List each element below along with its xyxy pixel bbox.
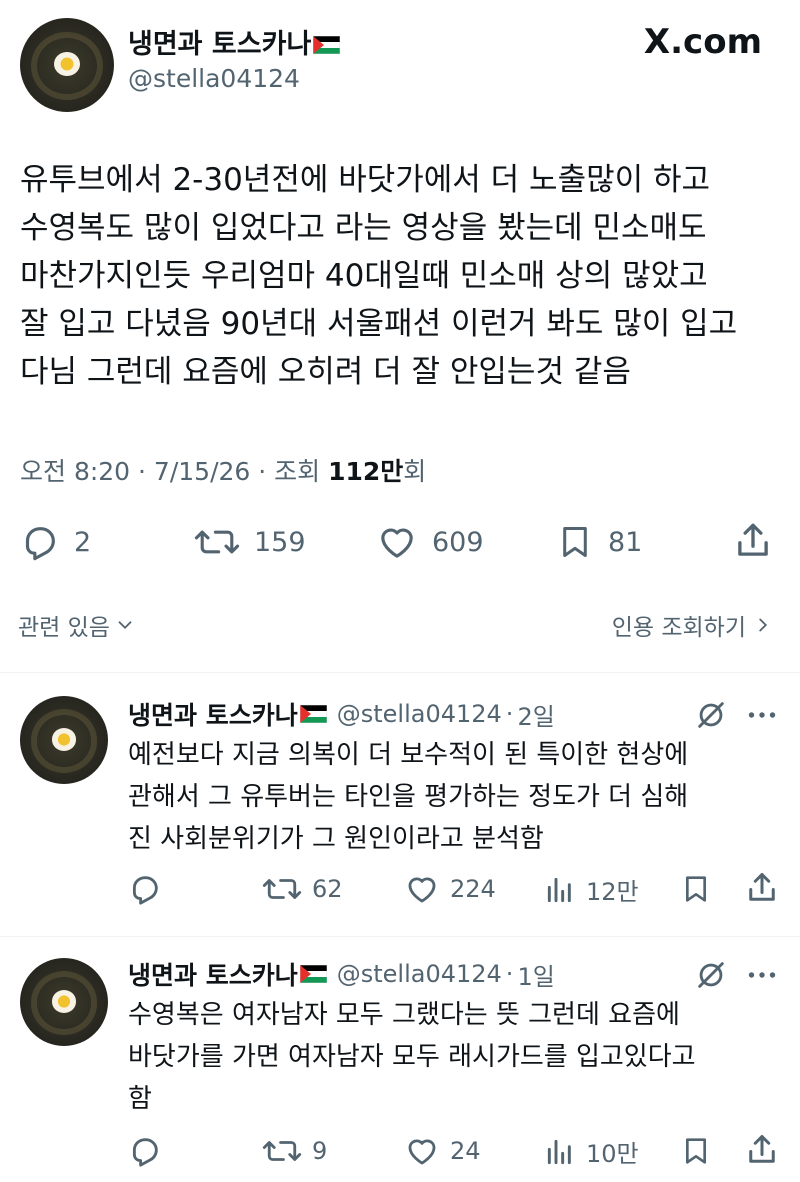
palestine-flag-icon	[313, 36, 341, 54]
grok-button[interactable]	[694, 698, 728, 736]
more-button[interactable]	[744, 960, 780, 994]
author-avatar[interactable]	[20, 18, 114, 112]
reply-author-name[interactable]: 냉면과 토스카나	[128, 956, 298, 992]
views-button[interactable]: 10만	[544, 1134, 639, 1169]
views-count: 10만	[586, 1140, 639, 1168]
reply-avatar[interactable]	[20, 958, 108, 1046]
share-button[interactable]	[744, 870, 780, 906]
bookmark-icon	[563, 527, 587, 557]
reply-icon	[132, 1138, 158, 1167]
quotes-label: 인용 조회하기	[611, 615, 746, 641]
retweet-count: 62	[312, 875, 343, 903]
chevron-right-icon	[759, 618, 768, 632]
reply-text: 예전보다 지금 의복이 더 보수적이 된 특이한 현상에 관해서 그 유투버는 …	[128, 740, 689, 854]
reply-handle[interactable]: @stella04124	[337, 960, 502, 988]
reply-header: 냉면과 토스카나 @stella04124 · 2일	[128, 696, 555, 732]
views-count: 12만	[586, 878, 639, 906]
reply-author-name[interactable]: 냉면과 토스카나	[128, 696, 298, 732]
retweet-count: 159	[254, 526, 306, 558]
view-count-suffix: 회	[403, 457, 427, 486]
retweet-count: 9	[312, 1137, 328, 1165]
bookmark-icon	[686, 1138, 706, 1164]
more-icon	[748, 712, 776, 718]
tweet-text: 유투브에서 2-30년전에 바닷가에서 더 노출많이 하고 수영복도 많이 입었…	[20, 162, 738, 390]
grok-icon	[698, 962, 724, 988]
palestine-flag-icon	[299, 965, 327, 983]
share-icon	[749, 873, 775, 901]
author-name-row[interactable]: 냉면과 토스카나	[128, 22, 341, 61]
share-button[interactable]	[744, 1132, 780, 1168]
bookmark-button[interactable]: 81	[556, 522, 642, 562]
more-button[interactable]	[744, 700, 780, 734]
reply-handle[interactable]: @stella04124	[337, 700, 502, 728]
like-icon	[408, 877, 436, 903]
reply-time[interactable]: 2일	[517, 697, 554, 732]
views-icon	[547, 1139, 571, 1164]
reply-icon	[132, 876, 158, 905]
views-button[interactable]: 12만	[544, 872, 639, 907]
reply-button[interactable]	[128, 1134, 162, 1168]
tweet-actions: 2 159 609 81	[0, 518, 800, 568]
bookmark-button[interactable]	[680, 1134, 712, 1168]
reply-count: 2	[74, 526, 92, 558]
separator-dot: ·	[505, 960, 514, 988]
retweet-button[interactable]: 159	[194, 522, 306, 562]
reply-header: 냉면과 토스카나 @stella04124 · 1일	[128, 956, 555, 992]
chevron-down-icon	[118, 621, 132, 630]
like-button[interactable]: 224	[404, 872, 496, 906]
view-quotes-link[interactable]: 인용 조회하기	[612, 608, 774, 642]
share-icon	[738, 523, 768, 556]
grok-button[interactable]	[694, 958, 728, 996]
reply-actions: 62 224 12만	[0, 866, 800, 914]
retweet-button[interactable]: 62	[262, 872, 343, 906]
bookmark-button[interactable]	[680, 872, 712, 906]
reply-time[interactable]: 1일	[517, 957, 554, 992]
like-count: 224	[450, 875, 496, 903]
retweet-icon	[262, 879, 302, 899]
related-label: 관련 있음	[18, 615, 110, 641]
grok-icon	[698, 702, 724, 728]
tweet-timestamp[interactable]: 오전 8:20 · 7/15/26 · 조회	[20, 457, 328, 486]
view-count: 112만	[328, 457, 404, 486]
like-button[interactable]: 24	[404, 1134, 481, 1168]
retweet-button[interactable]: 9	[262, 1134, 327, 1168]
like-icon	[381, 528, 413, 558]
more-icon	[748, 972, 776, 978]
retweet-icon	[194, 530, 240, 554]
reply-icon	[25, 527, 55, 561]
reply-text: 수영복은 여자남자 모두 그랬다는 뜻 그런데 요즘에 바닷가를 가면 여자남자…	[128, 1000, 696, 1114]
bookmark-count: 81	[608, 526, 643, 558]
like-icon	[408, 1139, 436, 1165]
like-count: 24	[450, 1137, 481, 1165]
palestine-flag-icon	[299, 705, 327, 723]
views-icon	[547, 877, 571, 902]
like-count: 609	[432, 526, 484, 558]
author-name[interactable]: 냉면과 토스카나	[128, 29, 311, 60]
author-handle[interactable]: @stella04124	[128, 64, 300, 93]
divider	[0, 936, 800, 937]
x-logo: X.com	[643, 22, 762, 62]
reply-button[interactable]	[128, 872, 162, 906]
bookmark-icon	[686, 876, 706, 902]
divider	[0, 672, 800, 673]
like-button[interactable]: 609	[376, 522, 484, 562]
separator-dot: ·	[505, 700, 514, 728]
retweet-icon	[262, 1141, 302, 1161]
reply-avatar[interactable]	[20, 696, 108, 784]
reply-button[interactable]: 2	[20, 522, 91, 562]
tweet-meta: 오전 8:20 · 7/15/26 · 조회 112만회	[20, 452, 426, 488]
related-toggle[interactable]: 관련 있음	[18, 608, 136, 642]
share-button[interactable]	[732, 520, 774, 562]
reply-actions: 9 24 10만	[0, 1128, 800, 1176]
share-icon	[749, 1135, 775, 1163]
